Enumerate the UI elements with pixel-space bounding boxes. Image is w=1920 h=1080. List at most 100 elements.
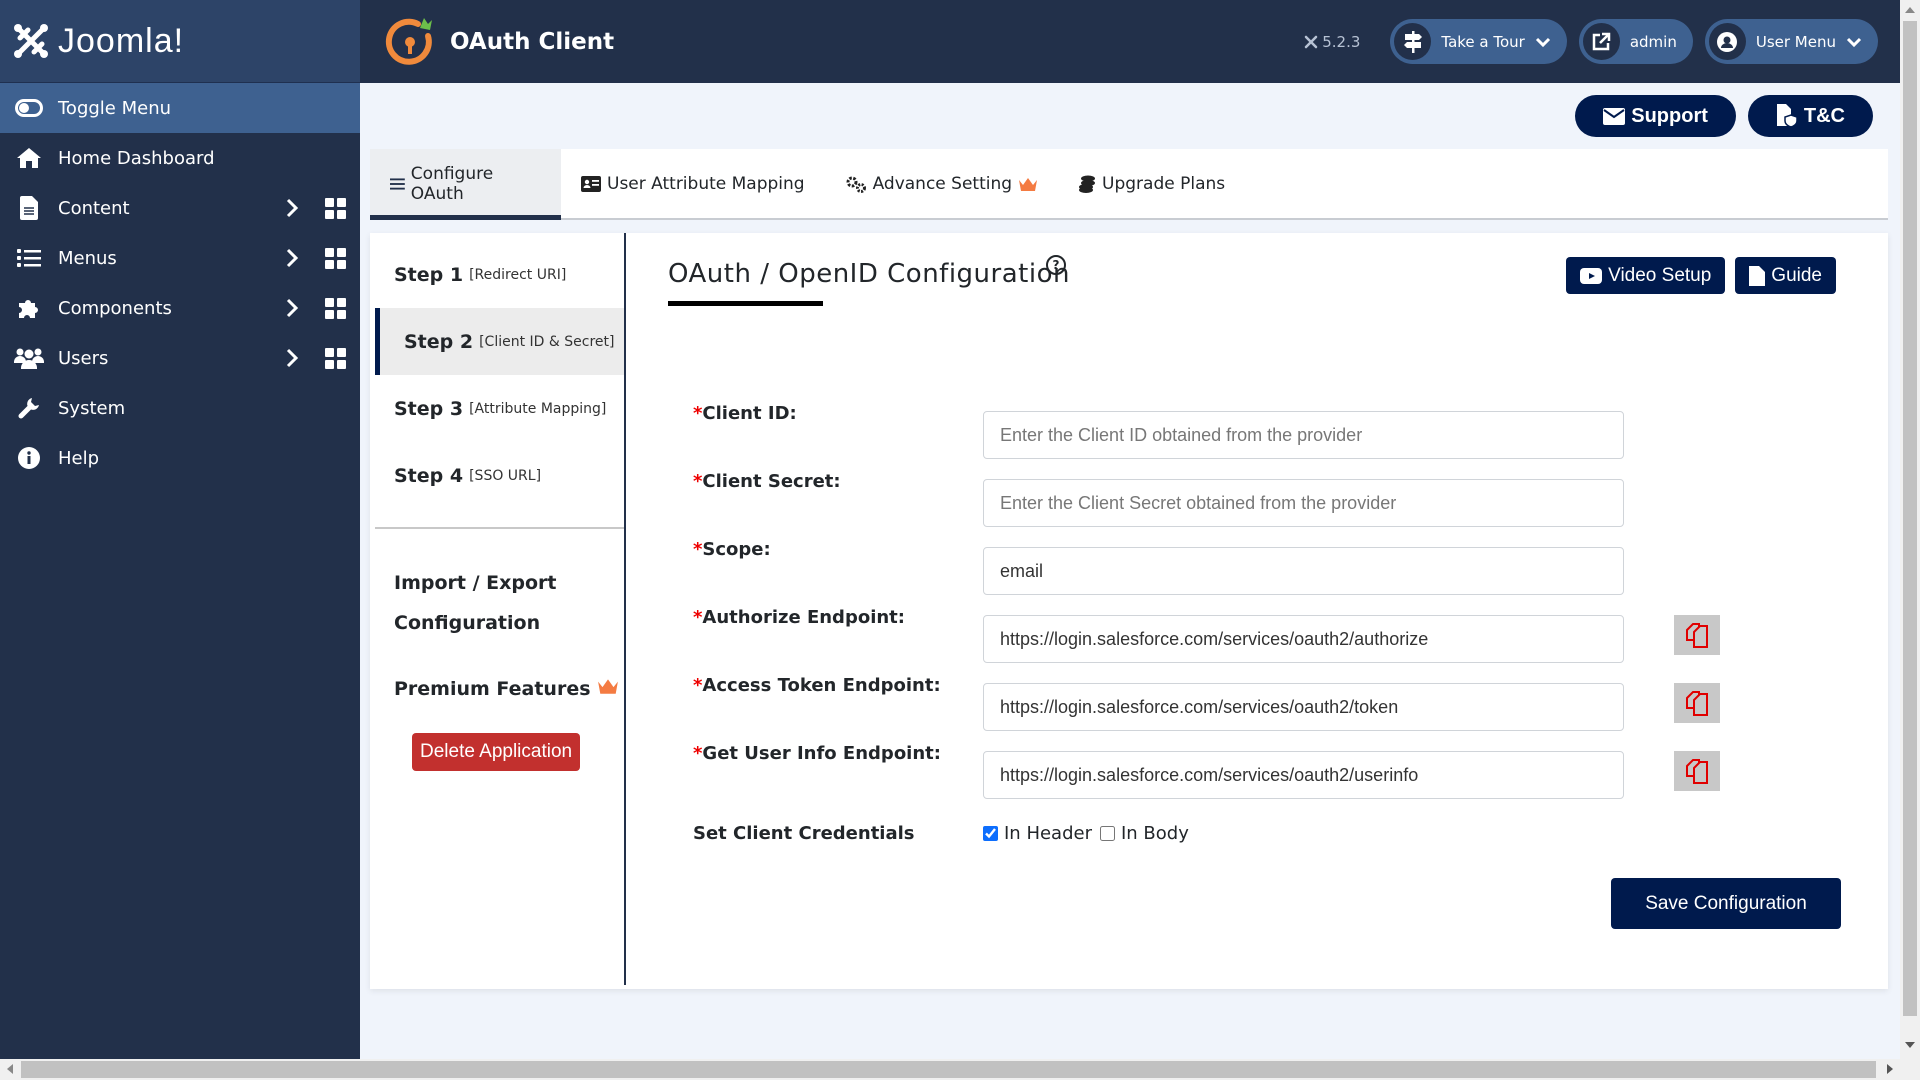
joomla-version: 5.2.3 bbox=[1304, 33, 1360, 51]
dashboard-grid-icon[interactable] bbox=[325, 248, 346, 269]
client-credentials-row: Set Client Credentials In Header In Body bbox=[693, 823, 1197, 844]
guide-button[interactable]: Guide bbox=[1735, 257, 1836, 294]
dashboard-grid-icon[interactable] bbox=[325, 298, 346, 319]
step-1-link[interactable]: Step 1 [Redirect URI] bbox=[370, 241, 624, 308]
access-token-endpoint-label: *Access Token Endpoint: bbox=[693, 675, 941, 696]
sidebar-item-content[interactable]: Content bbox=[0, 183, 360, 233]
id-card-icon bbox=[581, 175, 601, 192]
support-button[interactable]: Support bbox=[1575, 95, 1736, 137]
joomla-wordmark: Joomla! bbox=[58, 21, 185, 60]
envelope-icon bbox=[1603, 107, 1626, 125]
home-icon bbox=[14, 145, 44, 171]
sidebar-item-home-dashboard[interactable]: Home Dashboard bbox=[0, 133, 360, 183]
joomla-small-icon bbox=[1304, 35, 1318, 48]
terms-button[interactable]: T&C bbox=[1747, 95, 1873, 137]
copy-access-token-endpoint-button[interactable] bbox=[1674, 683, 1720, 723]
chevron-right-icon[interactable] bbox=[282, 197, 302, 219]
client-secret-label: *Client Secret: bbox=[693, 471, 841, 492]
header-bar: OAuth Client 5.2.3 Take a Tour admin Use… bbox=[360, 0, 1900, 83]
client-id-input[interactable] bbox=[983, 411, 1624, 459]
sidebar-item-users[interactable]: Users bbox=[0, 333, 360, 383]
authorize-endpoint-input[interactable] bbox=[983, 615, 1624, 663]
chevron-right-icon[interactable] bbox=[282, 347, 302, 369]
list-icon bbox=[14, 245, 44, 271]
scroll-down-arrow[interactable] bbox=[1905, 1042, 1915, 1048]
toggle-menu-label: Toggle Menu bbox=[58, 97, 172, 119]
video-setup-button[interactable]: Video Setup bbox=[1566, 257, 1726, 294]
user-info-endpoint-input[interactable] bbox=[983, 751, 1624, 799]
tab-upgrade-plans[interactable]: Upgrade Plans bbox=[1058, 149, 1245, 218]
scope-input[interactable] bbox=[983, 547, 1624, 595]
client-secret-input[interactable] bbox=[983, 479, 1624, 527]
file-shield-icon bbox=[1776, 104, 1798, 128]
credentials-label: Set Client Credentials bbox=[693, 823, 915, 844]
config-card: Step 1 [Redirect URI] Step 2 [Client ID & … bbox=[370, 233, 1888, 989]
chevron-down-icon bbox=[1535, 37, 1550, 47]
sidebar-item-menus[interactable]: Menus bbox=[0, 233, 360, 283]
admin-site-link[interactable]: admin bbox=[1578, 19, 1693, 64]
in-header-label: In Header bbox=[1004, 823, 1092, 844]
form-title: OAuth / OpenID Configuration bbox=[668, 259, 1070, 289]
tab-user-attribute-mapping[interactable]: User Attribute Mapping bbox=[561, 149, 825, 218]
help-circle-icon[interactable]: ? bbox=[1046, 255, 1066, 275]
horizontal-scrollbar[interactable] bbox=[0, 1059, 1920, 1080]
chevron-right-icon[interactable] bbox=[282, 297, 302, 319]
in-body-label: In Body bbox=[1120, 823, 1189, 844]
dashboard-grid-icon[interactable] bbox=[325, 348, 346, 369]
joomla-logo[interactable]: Joomla! bbox=[0, 0, 360, 83]
toggle-menu[interactable]: Toggle Menu bbox=[0, 83, 360, 133]
scope-label: *Scope: bbox=[693, 539, 771, 560]
scroll-right-arrow[interactable] bbox=[1887, 1064, 1893, 1074]
toggle-icon bbox=[14, 95, 44, 121]
coins-icon bbox=[1079, 175, 1096, 193]
copy-user-info-endpoint-button[interactable] bbox=[1674, 751, 1720, 791]
step-2-link[interactable]: Step 2 [Client ID & Secret] bbox=[375, 308, 624, 375]
authorize-endpoint-row: *Authorize Endpoint: bbox=[693, 607, 1793, 663]
wrench-icon bbox=[14, 395, 44, 421]
copy-icon bbox=[1686, 691, 1708, 716]
oauth-client-logo-icon bbox=[385, 17, 432, 65]
vertical-scroll-thumb[interactable] bbox=[1903, 21, 1917, 1016]
youtube-icon bbox=[1580, 267, 1603, 284]
user-info-endpoint-label: *Get User Info Endpoint: bbox=[693, 743, 941, 764]
access-token-endpoint-input[interactable] bbox=[983, 683, 1624, 731]
app-title: OAuth Client bbox=[450, 28, 615, 55]
config-tabs: Configure OAuth User Attribute Mapping A… bbox=[370, 149, 1888, 220]
file-icon bbox=[14, 195, 44, 221]
sidebar-item-system[interactable]: System bbox=[0, 383, 360, 433]
step-4-link[interactable]: Step 4 [SSO URL] bbox=[370, 442, 624, 509]
save-configuration-button[interactable]: Save Configuration bbox=[1611, 878, 1841, 929]
sidebar-item-components[interactable]: Components bbox=[0, 283, 360, 333]
signpost-icon bbox=[1394, 23, 1432, 60]
scroll-left-arrow[interactable] bbox=[7, 1064, 13, 1074]
crown-icon bbox=[598, 679, 619, 694]
in-header-checkbox[interactable] bbox=[983, 826, 998, 841]
horizontal-scroll-thumb[interactable] bbox=[21, 1061, 1876, 1078]
tab-advance-setting[interactable]: Advance Setting bbox=[825, 149, 1058, 218]
info-icon bbox=[14, 445, 44, 471]
sidebar-item-help[interactable]: Help bbox=[0, 433, 360, 483]
menu-bars-icon bbox=[390, 177, 405, 190]
copy-authorize-endpoint-button[interactable] bbox=[1674, 615, 1720, 655]
access-token-endpoint-row: *Access Token Endpoint: bbox=[693, 675, 1793, 731]
step-3-link[interactable]: Step 3 [Attribute Mapping] bbox=[370, 375, 624, 442]
client-secret-row: *Client Secret: bbox=[693, 471, 1793, 527]
chevron-right-icon[interactable] bbox=[282, 247, 302, 269]
delete-application-button[interactable]: Delete Application bbox=[412, 733, 581, 771]
tab-configure-oauth[interactable]: Configure OAuth bbox=[370, 149, 561, 220]
scroll-up-arrow[interactable] bbox=[1905, 7, 1915, 13]
puzzle-icon bbox=[14, 295, 44, 321]
premium-features-link[interactable]: Premium Features bbox=[370, 669, 624, 709]
user-avatar-icon bbox=[1708, 23, 1746, 60]
user-menu-button[interactable]: User Menu bbox=[1704, 19, 1878, 64]
in-body-checkbox[interactable] bbox=[1099, 826, 1115, 841]
user-info-endpoint-row: *Get User Info Endpoint: bbox=[693, 743, 1793, 799]
document-icon bbox=[1749, 265, 1766, 286]
take-a-tour-button[interactable]: Take a Tour bbox=[1390, 19, 1567, 64]
dashboard-grid-icon[interactable] bbox=[325, 198, 346, 219]
users-icon bbox=[14, 345, 44, 371]
import-export-link[interactable]: Import / Export Configuration bbox=[370, 563, 624, 643]
vertical-scrollbar[interactable] bbox=[1900, 0, 1920, 1059]
title-underline bbox=[668, 301, 823, 306]
sidebar: Joomla! Toggle Menu Home Dashboard Conte… bbox=[0, 0, 360, 1059]
